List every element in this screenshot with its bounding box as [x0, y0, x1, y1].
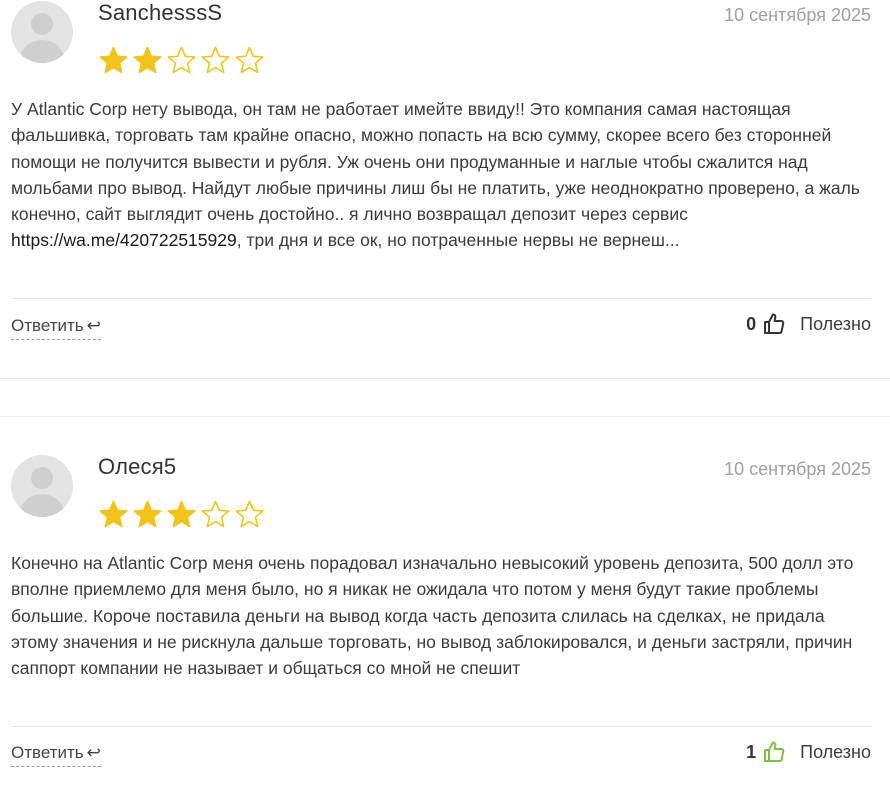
helpful-block: 1 Полезно — [746, 740, 871, 764]
star-empty-icon — [234, 499, 265, 530]
avatar — [11, 455, 73, 517]
author-name: SanchesssS — [98, 0, 223, 25]
helpful-label: Полезно — [800, 741, 871, 762]
star-filled-icon — [98, 499, 129, 530]
divider — [11, 726, 871, 727]
review-text: Конечно на Atlantic Corp меня очень пора… — [11, 550, 873, 681]
helpful-label: Полезно — [800, 313, 871, 334]
section-separator — [0, 416, 890, 417]
reply-button[interactable]: Ответить ↩ — [11, 316, 101, 340]
star-filled-icon — [98, 45, 129, 76]
review-text: У Atlantic Corp нету вывода, он там не р… — [11, 96, 873, 254]
reply-button[interactable]: Ответить ↩ — [11, 743, 101, 767]
star-empty-icon — [200, 45, 231, 76]
review-text-body: Конечно на Atlantic Corp меня очень пора… — [11, 553, 854, 679]
star-empty-icon — [234, 45, 265, 76]
star-filled-icon — [166, 499, 197, 530]
review-text-body: У Atlantic Corp нету вывода, он там не р… — [11, 99, 860, 225]
helpful-count: 0 — [746, 313, 757, 334]
star-rating — [98, 45, 265, 76]
review-text-tail: , три дня и все ок, но потраченные нервы… — [236, 230, 680, 251]
review-date: 10 сентября 2025 — [724, 459, 871, 479]
star-filled-icon — [132, 499, 163, 530]
reply-arrow-icon: ↩ — [86, 316, 101, 335]
author-name: Олеся5 — [98, 454, 177, 479]
reply-arrow-icon: ↩ — [86, 743, 101, 762]
helpful-count: 1 — [746, 741, 757, 762]
user-silhouette-icon — [20, 467, 64, 517]
reply-label: Ответить — [11, 743, 84, 762]
divider — [11, 298, 871, 299]
section-separator — [0, 378, 890, 379]
user-silhouette-icon — [20, 13, 64, 63]
thumbs-up-icon[interactable] — [762, 312, 786, 336]
helpful-block: 0 Полезно — [746, 312, 871, 336]
star-empty-icon — [200, 499, 231, 530]
reply-label: Ответить — [11, 316, 84, 335]
review-date: 10 сентября 2025 — [724, 5, 871, 25]
thumbs-up-icon[interactable] — [762, 740, 786, 764]
star-rating — [98, 499, 265, 530]
star-empty-icon — [166, 45, 197, 76]
avatar — [11, 1, 73, 63]
review-link[interactable]: https://wa.me/420722515929 — [11, 230, 237, 250]
star-filled-icon — [132, 45, 163, 76]
